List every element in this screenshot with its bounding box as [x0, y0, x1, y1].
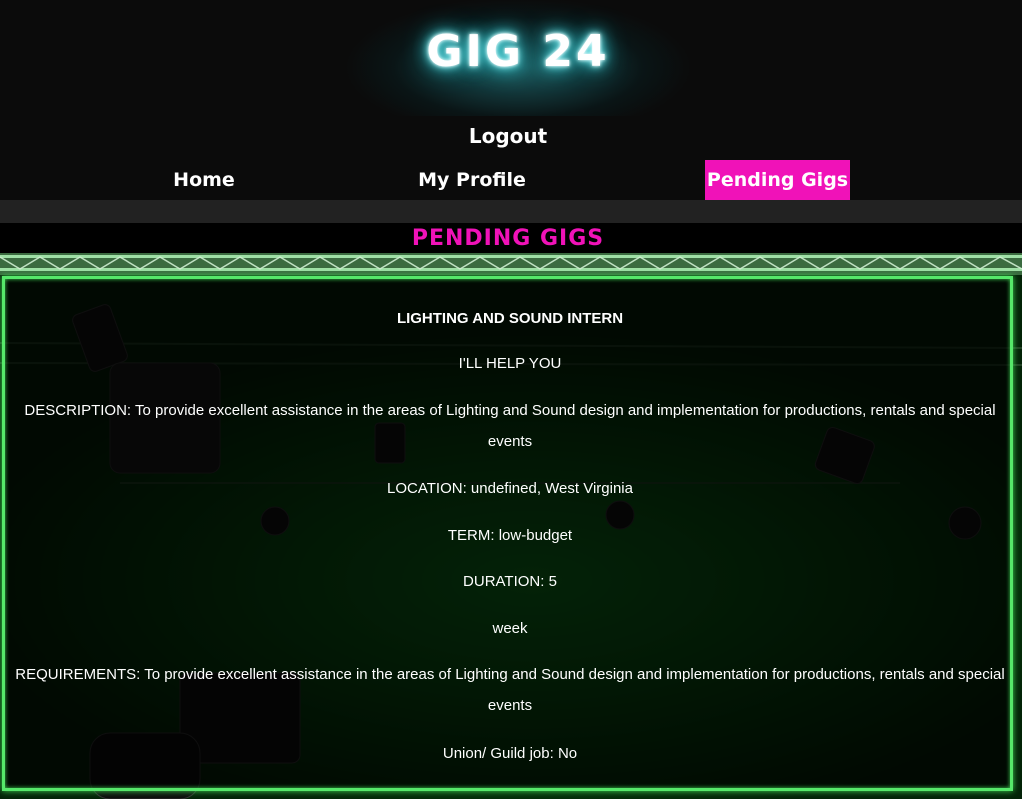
gig-duration-unit: week	[492, 620, 528, 637]
page: GIG 24 Logout Home My Profile Pending Gi…	[0, 0, 1022, 799]
nav-divider	[0, 200, 1022, 223]
page-title: PENDING GIGS	[411, 226, 605, 251]
gig-term-label: TERM:	[447, 527, 495, 544]
nav-item-pending-gigs[interactable]: Pending Gigs	[705, 160, 850, 200]
nav-item-home[interactable]: Home	[160, 160, 248, 200]
truss-icon	[0, 253, 1022, 275]
gig-term-value: low-budget	[498, 527, 573, 544]
gig-location-label: LOCATION:	[387, 480, 467, 497]
gig-term: TERM: low-budget	[15, 520, 1005, 551]
gig-description-value: To provide excellent assistance in the a…	[135, 402, 996, 450]
gig-requirements-value: To provide excellent assistance in the a…	[144, 666, 1005, 714]
gig-requirements: REQUIREMENTS: To provide excellent assis…	[15, 659, 1005, 721]
logout-link[interactable]: Logout	[0, 124, 1016, 148]
gig-duration-value: 5	[548, 573, 557, 590]
gig-description: DESCRIPTION: To provide excellent assist…	[15, 395, 1005, 457]
gig-union-value: No	[557, 745, 578, 762]
gig-union-label: Union/ Guild job:	[442, 745, 554, 762]
gig-location: LOCATION: undefined, West Virginia	[15, 473, 1005, 504]
gig-description-label: DESCRIPTION:	[24, 402, 132, 419]
gig-requirements-label: REQUIREMENTS:	[15, 666, 141, 683]
gig-title: LIGHTING AND SOUND INTERN	[396, 310, 624, 327]
nav-item-my-profile[interactable]: My Profile	[410, 160, 534, 200]
gig-duration: DURATION: 5	[15, 566, 1005, 597]
logo-banner: GIG 24	[338, 0, 698, 116]
gig-subtitle: I'LL HELP YOU	[458, 355, 562, 372]
site-logo[interactable]: GIG 24	[338, 26, 698, 77]
gig-card: LIGHTING AND SOUND INTERN I'LL HELP YOU …	[2, 276, 1013, 791]
gig-location-value: undefined, West Virginia	[470, 480, 633, 497]
gig-duration-label: DURATION:	[463, 573, 545, 590]
gig-union: Union/ Guild job: No	[15, 738, 1005, 769]
